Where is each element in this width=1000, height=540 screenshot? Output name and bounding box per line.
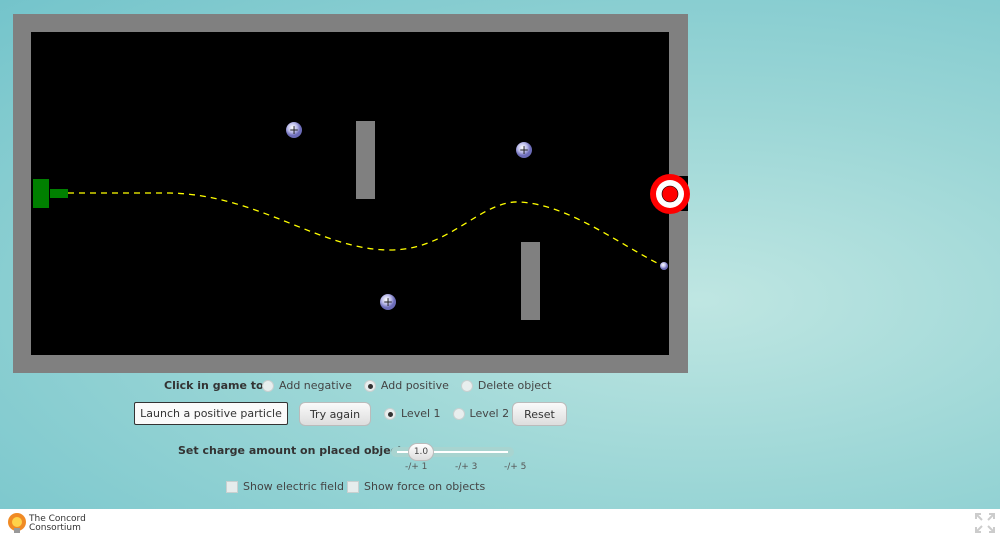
checkbox-label: Show electric field bbox=[243, 480, 344, 493]
level-1-option[interactable]: Level 1 bbox=[384, 407, 441, 420]
show-force-checkbox[interactable]: Show force on objects bbox=[347, 480, 485, 493]
slider-label: Set charge amount on placed objects: bbox=[178, 444, 414, 457]
lightbulb-icon bbox=[8, 513, 26, 533]
mode-radio-group: Add negative Add positive Delete object bbox=[262, 379, 551, 392]
positive-charge[interactable]: + bbox=[516, 142, 532, 158]
radio-label: Level 1 bbox=[401, 407, 441, 420]
checkbox[interactable] bbox=[226, 480, 238, 493]
radio-button[interactable] bbox=[384, 407, 396, 420]
radio-label: Delete object bbox=[477, 379, 552, 392]
reset-button[interactable]: Reset bbox=[512, 402, 567, 426]
wall-obstacle bbox=[356, 121, 375, 199]
slider-handle[interactable]: 1.0 bbox=[408, 443, 434, 461]
slider-tick: -/+ 1 bbox=[405, 462, 428, 472]
radio-label: Add negative bbox=[279, 379, 352, 392]
logo-text: Consortium bbox=[29, 523, 81, 533]
positive-charge[interactable]: + bbox=[286, 122, 302, 138]
checkbox[interactable] bbox=[347, 480, 359, 493]
positive-charge[interactable]: + bbox=[380, 294, 396, 310]
show-field-checkbox[interactable]: Show electric field bbox=[226, 480, 344, 493]
radio-label: Add positive bbox=[380, 379, 449, 392]
radio-button[interactable] bbox=[460, 379, 473, 392]
game-canvas[interactable]: + + + bbox=[31, 32, 690, 373]
level-radio-group: Level 1 Level 2 bbox=[384, 407, 509, 420]
level-2-option[interactable]: Level 2 bbox=[452, 407, 510, 420]
launcher-barrel bbox=[50, 189, 68, 198]
radio-button[interactable] bbox=[452, 407, 465, 420]
mode-add-positive[interactable]: Add positive bbox=[363, 379, 449, 392]
try-again-button[interactable]: Try again bbox=[299, 402, 371, 426]
fullscreen-icon[interactable] bbox=[975, 513, 995, 533]
radio-button[interactable] bbox=[262, 379, 274, 392]
launcher-base bbox=[33, 179, 49, 208]
concord-logo[interactable]: The Concord Consortium bbox=[7, 513, 86, 535]
slider-tick: -/+ 3 bbox=[455, 462, 478, 472]
plus-icon: + bbox=[289, 123, 299, 137]
plus-icon: + bbox=[383, 295, 393, 309]
charge-slider[interactable]: 1.0 bbox=[391, 443, 514, 461]
plus-icon: + bbox=[519, 143, 529, 157]
footer: The Concord Consortium bbox=[0, 509, 1000, 540]
mode-delete-object[interactable]: Delete object bbox=[460, 379, 552, 392]
slider-tick: -/+ 5 bbox=[504, 462, 527, 472]
checkbox-label: Show force on objects bbox=[364, 480, 486, 493]
launch-button[interactable]: Launch a positive particle bbox=[134, 402, 288, 425]
mode-add-negative[interactable]: Add negative bbox=[262, 379, 352, 392]
target bbox=[650, 174, 690, 214]
wall-obstacle bbox=[521, 242, 540, 320]
radio-label: Level 2 bbox=[469, 407, 510, 420]
radio-button[interactable] bbox=[363, 379, 376, 392]
click-mode-label: Click in game to: bbox=[164, 379, 268, 392]
moving-particle bbox=[660, 262, 668, 270]
